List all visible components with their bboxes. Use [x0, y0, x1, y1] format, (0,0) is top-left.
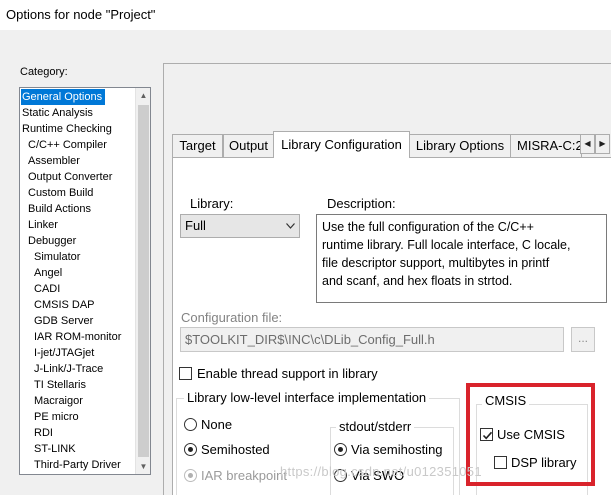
tab-label: MISRA-C:2 [517, 138, 582, 153]
window-title-bar: Options for node "Project" [0, 0, 611, 30]
tab-label: Output [228, 138, 269, 153]
category-item[interactable]: TI Stellaris [33, 377, 89, 393]
category-item[interactable]: Macraigor [33, 393, 86, 409]
via-semihosting-label: Via semihosting [351, 442, 443, 457]
none-label: None [201, 417, 233, 432]
category-label: Category: [20, 66, 68, 78]
tab-label: Library Configuration [281, 137, 402, 152]
window-title: Options for node "Project" [6, 7, 156, 22]
category-item[interactable]: Simulator [33, 249, 83, 265]
category-item[interactable]: RDI [33, 425, 56, 441]
tab-label: Library Options [415, 138, 505, 153]
category-item[interactable]: Linker [27, 217, 61, 233]
tab-scroll-buttons: ◀ ▶ [580, 134, 611, 154]
library-dropdown[interactable]: Full [180, 214, 300, 238]
stdout-stderr-title: stdout/stderr [336, 419, 415, 435]
category-item[interactable]: ST-LINK [33, 441, 79, 457]
category-item[interactable]: General Options [21, 89, 106, 105]
category-item[interactable]: CMSIS DAP [33, 297, 98, 313]
category-item[interactable]: J-Link/J-Trace [33, 361, 106, 377]
tab-scroll-right-icon[interactable]: ▶ [595, 134, 610, 154]
semihosted-label: Semihosted [201, 442, 270, 457]
thread-support-label: Enable thread support in library [197, 366, 378, 381]
description-box: Use the full configuration of the C/C++ … [316, 214, 607, 303]
cmsis-highlight-box [466, 383, 595, 486]
category-item[interactable]: IAR ROM-monitor [33, 329, 124, 345]
category-item[interactable]: Assembler [27, 153, 83, 169]
semihosted-radio[interactable] [184, 443, 197, 456]
stdout-stderr-group [330, 427, 454, 495]
iar-breakpoint-label: IAR breakpoint [201, 468, 287, 483]
category-item[interactable]: Output Converter [27, 169, 115, 185]
config-file-browse-button[interactable]: ... [571, 327, 595, 352]
scroll-thumb[interactable] [138, 105, 149, 457]
scroll-down-arrow-icon[interactable]: ▼ [136, 459, 150, 474]
category-item[interactable]: Static Analysis [21, 105, 96, 121]
via-semihosting-radio[interactable] [334, 443, 347, 456]
tab-library-options[interactable]: Library Options [409, 134, 511, 157]
category-scrollbar[interactable]: ▲ ▼ [135, 88, 150, 474]
config-file-label: Configuration file: [181, 310, 283, 325]
tab-library-configuration[interactable]: Library Configuration [273, 131, 410, 158]
category-item[interactable]: Runtime Checking [21, 121, 115, 137]
category-item[interactable]: Custom Build [27, 185, 96, 201]
tab-target[interactable]: Target [172, 134, 223, 157]
category-item[interactable]: I-jet/JTAGjet [33, 345, 97, 361]
iar-breakpoint-radio[interactable] [184, 469, 197, 482]
config-file-field[interactable]: $TOOLKIT_DIR$\INC\c\DLib_Config_Full.h [180, 327, 564, 352]
low-level-interface-title: Library low-level interface implementati… [184, 390, 430, 406]
category-item[interactable]: CADI [33, 281, 63, 297]
category-item[interactable]: Angel [33, 265, 65, 281]
library-selected-value: Full [185, 218, 206, 233]
library-label: Library: [190, 196, 234, 211]
description-line: file descriptor support, multibytes in p… [322, 256, 550, 270]
tab-scroll-left-icon[interactable]: ◀ [580, 134, 595, 154]
category-item[interactable]: C/C++ Compiler [27, 137, 110, 153]
tab-misra[interactable]: MISRA-C:2 [510, 134, 582, 157]
tab-output[interactable]: Output [223, 134, 274, 157]
category-list[interactable]: General Options Static Analysis Runtime Ch… [19, 87, 151, 475]
description-line: Use the full configuration of the C/C++ [322, 220, 534, 234]
description-line: runtime library. Full locale interface, … [322, 238, 571, 252]
description-line: and scanf, and hex floats in strtod. [322, 274, 513, 288]
category-item[interactable]: Build Actions [27, 201, 94, 217]
description-label: Description: [327, 196, 396, 211]
scroll-up-arrow-icon[interactable]: ▲ [136, 88, 150, 103]
category-item[interactable]: Debugger [27, 233, 79, 249]
category-item[interactable]: Third-Party Driver [33, 457, 124, 473]
chevron-down-icon [286, 223, 295, 229]
watermark: https://blog.csdn.net/u012351051 [280, 464, 482, 479]
thread-support-checkbox[interactable] [179, 367, 192, 380]
none-radio[interactable] [184, 418, 197, 431]
tab-label: Target [179, 138, 216, 153]
category-item[interactable]: PE micro [33, 409, 82, 425]
category-item[interactable]: GDB Server [33, 313, 96, 329]
